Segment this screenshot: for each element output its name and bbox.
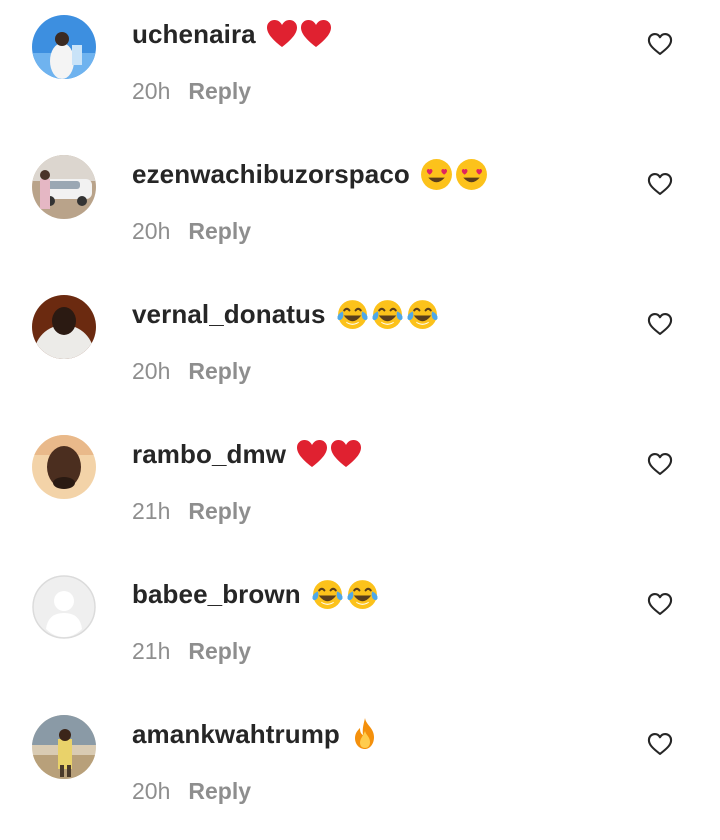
username-row: babee_brown [132,572,381,616]
comment-time: 20h [132,78,171,104]
avatar[interactable] [32,155,96,219]
reply-button[interactable]: Reply [188,498,251,525]
avatar[interactable] [32,15,96,79]
red-heart-emoji [296,439,328,469]
reply-button[interactable]: Reply [188,78,251,105]
avatar[interactable] [32,295,96,359]
username-row: rambo_dmw [132,432,364,476]
comment-time: 20h [132,358,171,384]
username-row: amankwahtrump [132,712,382,756]
comment-item: babee_brown 21h Reply [0,560,720,700]
comment-item: amankwahtrump 20h Reply [0,700,720,840]
comment-time: 21h [132,638,171,664]
tears-of-joy-emoji [336,298,369,331]
comment-meta: 20h Reply [132,218,251,245]
comment-list: uchenaira 20h Reply ezenwachibuzorspaco … [0,0,720,804]
reply-button[interactable]: Reply [188,358,251,385]
comment-meta: 21h Reply [132,638,251,665]
comment-item: vernal_donatus 20h Reply [0,280,720,420]
red-heart-emoji [330,439,362,469]
reply-button[interactable]: Reply [188,638,251,665]
tears-of-joy-emoji [346,578,379,611]
heart-outline-icon[interactable] [646,310,674,338]
comment-meta: 21h Reply [132,498,251,525]
comment-time: 20h [132,778,171,804]
username-link[interactable]: babee_brown [132,579,301,610]
comment-emojis [296,439,364,469]
comment-emojis [311,578,381,611]
comment-meta: 20h Reply [132,778,251,805]
username-link[interactable]: uchenaira [132,19,256,50]
comment-time: 21h [132,498,171,524]
reply-button[interactable]: Reply [188,778,251,805]
red-heart-emoji [266,19,298,49]
default-avatar[interactable] [32,575,96,639]
comment-item: rambo_dmw 21h Reply [0,420,720,560]
red-heart-emoji [300,19,332,49]
comment-emojis [336,298,441,331]
heart-outline-icon[interactable] [646,170,674,198]
heart-outline-icon[interactable] [646,450,674,478]
username-link[interactable]: ezenwachibuzorspaco [132,159,410,190]
avatar[interactable] [32,715,96,779]
username-link[interactable]: vernal_donatus [132,299,326,330]
tears-of-joy-emoji [311,578,344,611]
heart-eyes-emoji [455,158,488,191]
comment-emojis [350,717,382,751]
reply-button[interactable]: Reply [188,218,251,245]
avatar[interactable] [32,435,96,499]
username-row: uchenaira [132,12,334,56]
comment-emojis [420,158,490,191]
comment-meta: 20h Reply [132,358,251,385]
username-link[interactable]: rambo_dmw [132,439,286,470]
comment-meta: 20h Reply [132,78,251,105]
heart-eyes-emoji [420,158,453,191]
tears-of-joy-emoji [406,298,439,331]
username-link[interactable]: amankwahtrump [132,719,340,750]
comment-emojis [266,19,334,49]
heart-outline-icon[interactable] [646,730,674,758]
heart-outline-icon[interactable] [646,30,674,58]
comment-time: 20h [132,218,171,244]
comment-item: ezenwachibuzorspaco 20h Reply [0,140,720,280]
comment-item: uchenaira 20h Reply [0,0,720,140]
heart-outline-icon[interactable] [646,590,674,618]
tears-of-joy-emoji [371,298,404,331]
username-row: ezenwachibuzorspaco [132,152,490,196]
username-row: vernal_donatus [132,292,441,336]
fire-emoji [350,717,380,751]
